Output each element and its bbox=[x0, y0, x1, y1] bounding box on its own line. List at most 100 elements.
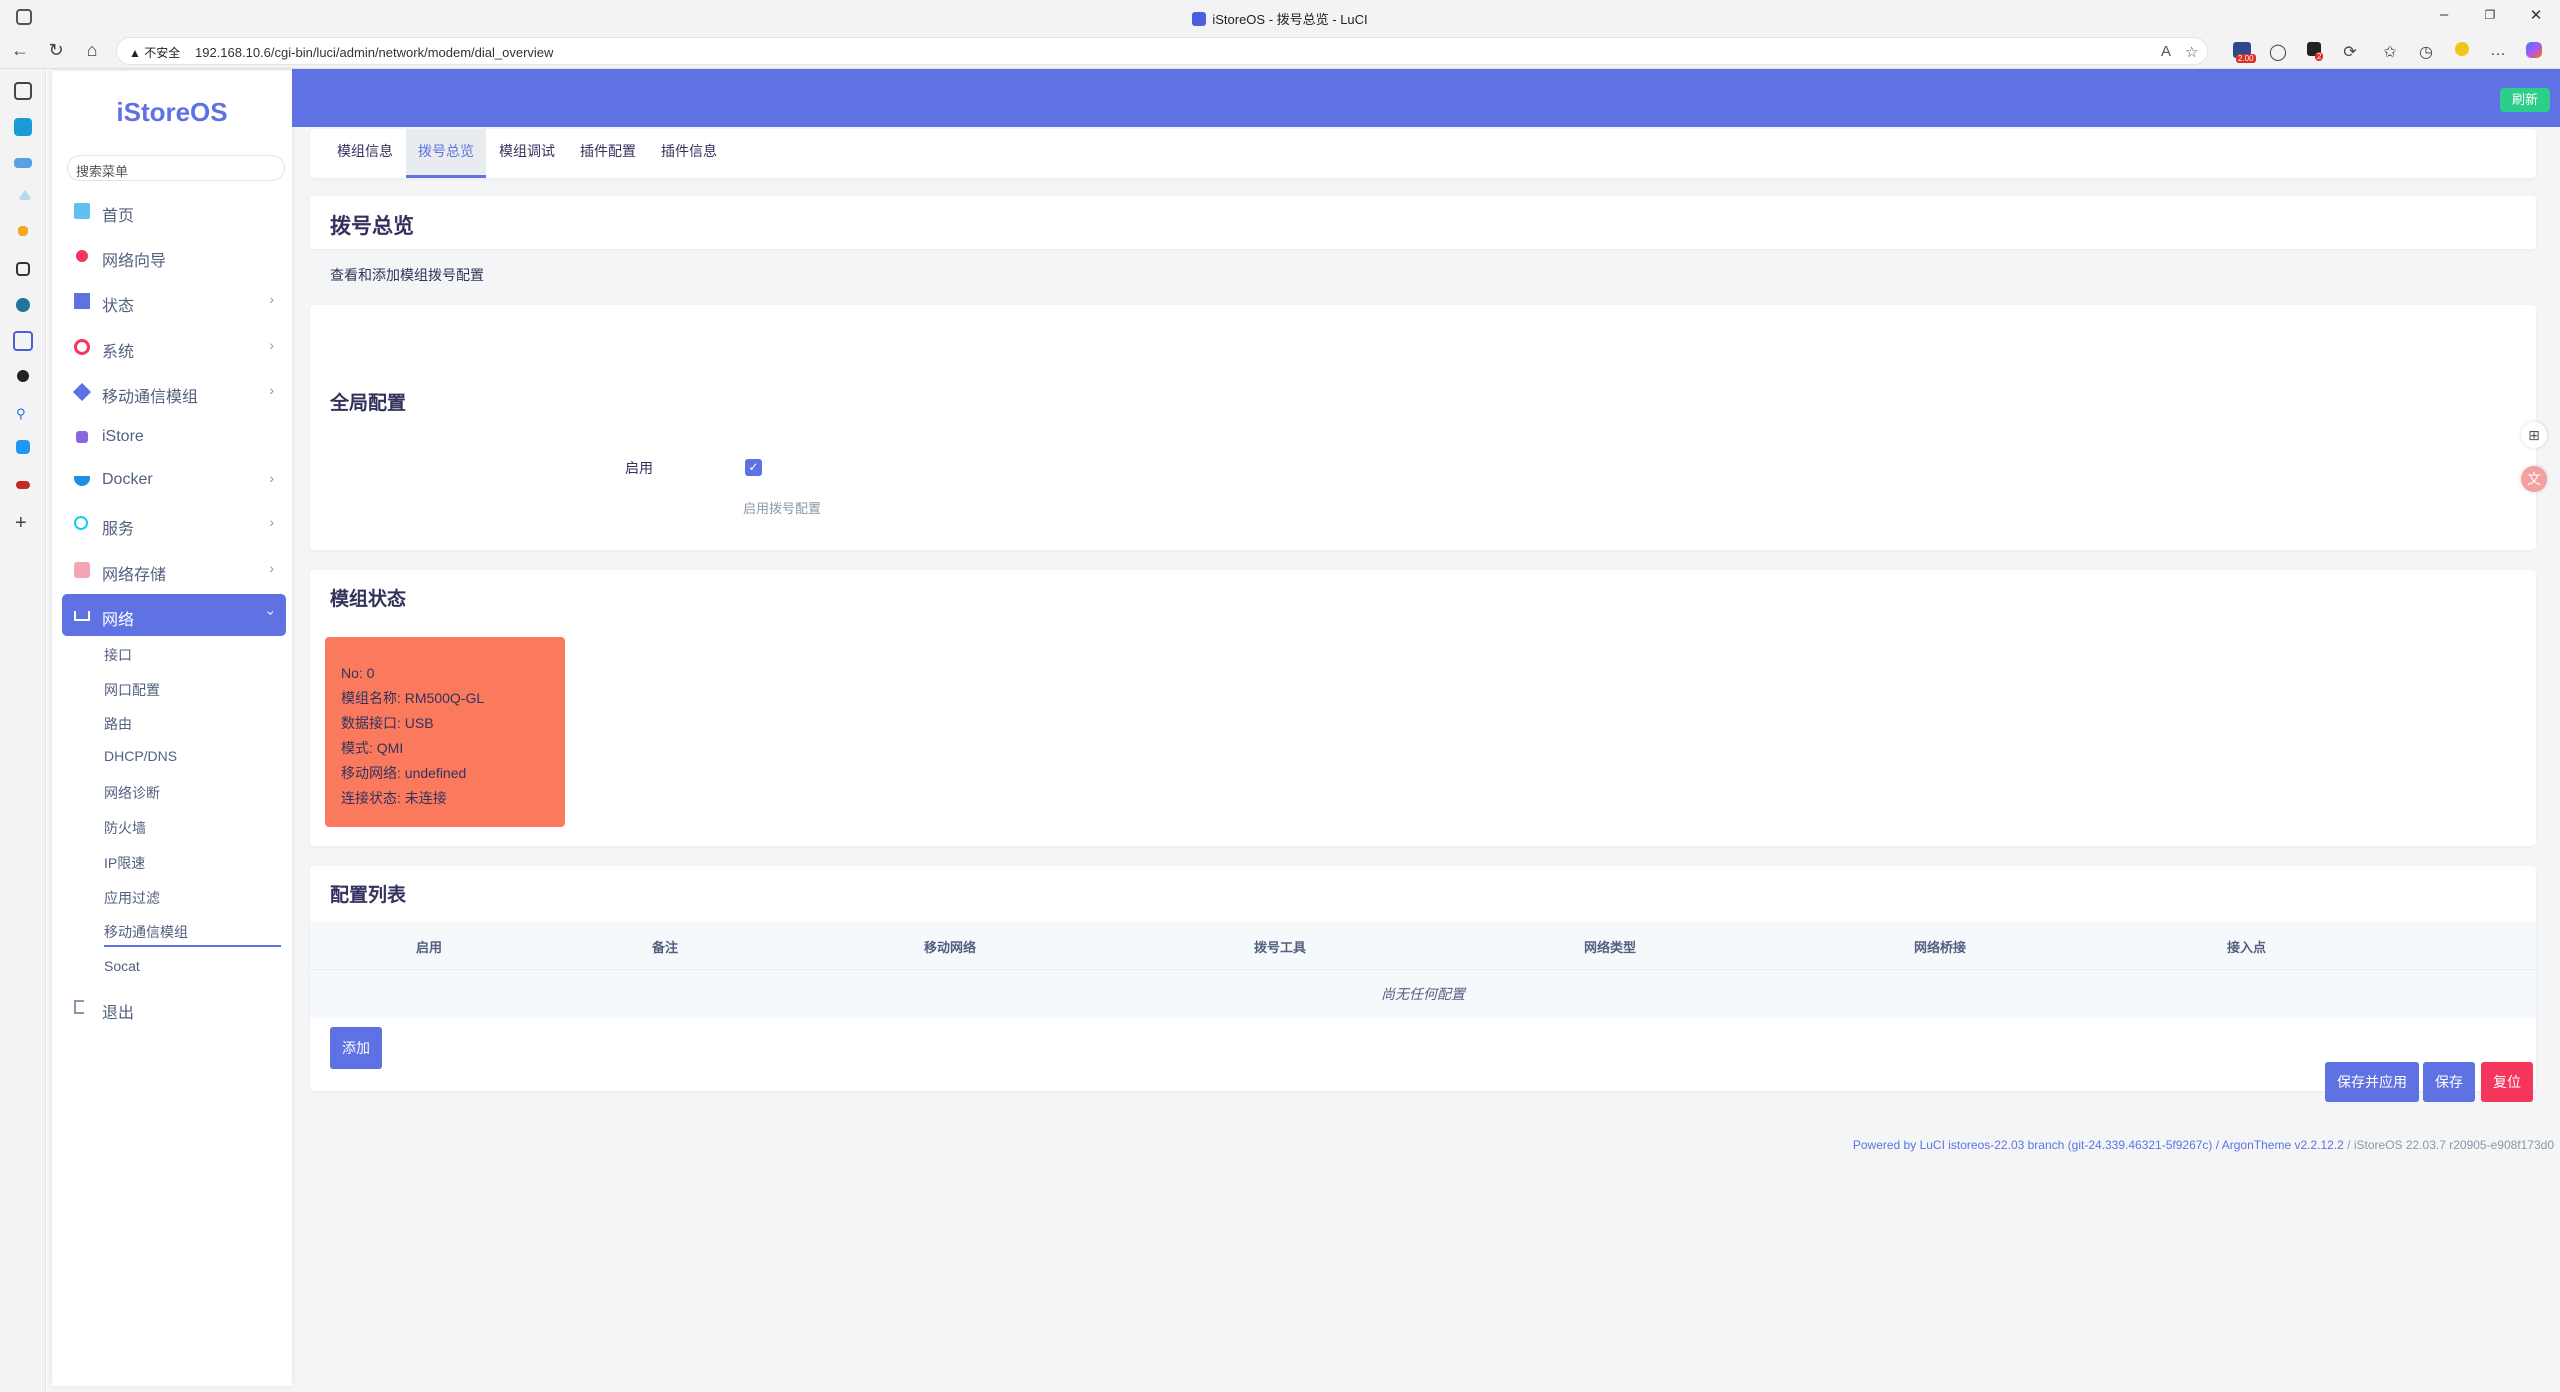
url-text[interactable]: 192.168.10.6/cgi-bin/luci/admin/network/… bbox=[195, 45, 553, 60]
sidebar-search-icon[interactable]: ⚲ bbox=[16, 406, 34, 424]
column-header: 启用 bbox=[416, 940, 443, 955]
sidebar-item-services[interactable]: 服务 › bbox=[62, 503, 286, 545]
browser-vertical-sidebar: ⚲ + bbox=[0, 69, 46, 1392]
tab-modem-debug[interactable]: 模组调试 bbox=[487, 129, 567, 178]
sidebar-item-wizard[interactable]: 网络向导 bbox=[62, 235, 286, 277]
copilot-icon[interactable] bbox=[2524, 42, 2544, 62]
maximize-icon[interactable]: ❐ bbox=[2470, 8, 2510, 22]
extension-yellow-icon[interactable] bbox=[2452, 42, 2472, 62]
sidebar-item-label: 网络 bbox=[102, 612, 135, 629]
extension-badge-icon[interactable]: 2.00 bbox=[2232, 42, 2256, 63]
sidebar-item-status[interactable]: 状态 › bbox=[62, 280, 286, 322]
sidebar-item-modem[interactable]: 移动通信模组 › bbox=[62, 371, 286, 413]
add-sidebar-app-icon[interactable]: + bbox=[15, 512, 33, 534]
sidebar-item-label: 退出 bbox=[102, 1005, 135, 1022]
subitem-app-filter[interactable]: 应用过滤 bbox=[104, 888, 160, 908]
empty-table-message: 尚无任何配置 bbox=[310, 970, 2536, 1018]
luci-page: iStoreOS 搜索菜单 首页 网络向导 状态 › 系统 › 移动通信模组 ›… bbox=[47, 69, 2560, 1392]
enable-checkbox[interactable]: ✓ bbox=[745, 459, 762, 476]
sidebar-app-5-icon[interactable] bbox=[16, 262, 30, 276]
extension-refresh-icon[interactable]: ⟳ bbox=[2340, 42, 2360, 62]
sidebar-item-storage[interactable]: 网络存储 › bbox=[62, 549, 286, 591]
subitem-firewall[interactable]: 防火墙 bbox=[104, 818, 146, 838]
sidebar-item-label: 移动通信模组 bbox=[102, 389, 199, 406]
float-translate-icon[interactable]: 文 bbox=[2521, 466, 2547, 492]
subitem-routes[interactable]: 路由 bbox=[104, 714, 132, 734]
close-window-icon[interactable]: ✕ bbox=[2516, 6, 2556, 24]
chevron-right-icon: › bbox=[269, 470, 274, 486]
sidebar-istore-icon[interactable] bbox=[13, 331, 33, 351]
sidebar-item-logout[interactable]: 退出 bbox=[62, 987, 286, 1029]
footer-powered-by[interactable]: Powered by LuCI istoreos-22.03 branch (g… bbox=[1853, 1138, 2344, 1152]
sidebar-item-istore[interactable]: iStore bbox=[62, 416, 286, 458]
tab-actions-icon[interactable] bbox=[14, 82, 32, 100]
wordpress-icon[interactable] bbox=[16, 298, 30, 312]
sidebar-item-label: iStore bbox=[102, 428, 144, 445]
favorite-star-icon[interactable]: ☆ bbox=[2185, 43, 2198, 61]
modem-status-card: 模组状态 No: 0 模组名称: RM500Q-GL 数据接口: USB 模式:… bbox=[310, 570, 2536, 846]
subitem-socat[interactable]: Socat bbox=[104, 958, 140, 974]
subitem-interfaces[interactable]: 接口 bbox=[104, 645, 132, 665]
favorites-icon[interactable]: ✩ bbox=[2380, 42, 2400, 62]
sidebar-item-label: 网络向导 bbox=[102, 253, 167, 270]
browser-titlebar: iStoreOS - 拨号总览 - LuCI – ❐ ✕ bbox=[0, 0, 2560, 33]
column-header: 拨号工具 bbox=[1254, 940, 1307, 955]
modem-status-box[interactable]: No: 0 模组名称: RM500Q-GL 数据接口: USB 模式: QMI … bbox=[325, 637, 565, 827]
subitem-diagnostics[interactable]: 网络诊断 bbox=[104, 783, 160, 803]
footer-version: / iStoreOS 22.03.7 r20905-e908f173d0 bbox=[2347, 1138, 2554, 1152]
save-button[interactable]: 保存 bbox=[2423, 1062, 2475, 1102]
save-apply-button[interactable]: 保存并应用 bbox=[2325, 1062, 2419, 1102]
overview-title-card: 拨号总览 bbox=[310, 196, 2536, 249]
reset-button[interactable]: 复位 bbox=[2481, 1062, 2533, 1102]
read-aloud-icon[interactable]: A bbox=[2161, 43, 2171, 60]
sidebar-app-1-icon[interactable] bbox=[14, 118, 32, 136]
window-title-text: iStoreOS - 拨号总览 - LuCI bbox=[1212, 12, 1368, 27]
float-apps-icon[interactable]: ⊞ bbox=[2521, 422, 2547, 448]
modem-status-line: 数据接口: USB bbox=[341, 715, 434, 731]
sidebar-item-system[interactable]: 系统 › bbox=[62, 326, 286, 368]
extension-circle-icon[interactable]: ◯ bbox=[2268, 42, 2288, 62]
sidebar-item-network[interactable]: 网络 › bbox=[62, 594, 286, 636]
subitem-modem[interactable]: 移动通信模组 bbox=[104, 922, 281, 947]
sidebar-item-home[interactable]: 首页 bbox=[62, 190, 286, 232]
tab-plugin-config[interactable]: 插件配置 bbox=[568, 129, 648, 178]
back-icon[interactable]: ← bbox=[8, 40, 32, 61]
sidebar-app-3-icon[interactable] bbox=[18, 190, 32, 200]
tab-plugin-info[interactable]: 插件信息 bbox=[649, 129, 729, 178]
sidebar-item-label: 首页 bbox=[102, 208, 135, 225]
section-title: 配置列表 bbox=[330, 885, 407, 906]
refresh-button[interactable]: 刷新 bbox=[2499, 88, 2550, 112]
subitem-dhcp-dns[interactable]: DHCP/DNS bbox=[104, 748, 177, 764]
more-menu-icon[interactable]: … bbox=[2488, 42, 2508, 62]
home-browser-icon[interactable]: ⌂ bbox=[80, 40, 104, 61]
history-icon[interactable]: ◷ bbox=[2416, 42, 2436, 62]
home-icon bbox=[74, 203, 90, 219]
extension-mail-icon[interactable]: 2 bbox=[2304, 42, 2324, 62]
storage-icon bbox=[74, 562, 90, 578]
logo[interactable]: iStoreOS bbox=[52, 97, 292, 128]
sidebar-app-8-icon[interactable] bbox=[16, 481, 30, 489]
minimize-icon[interactable]: – bbox=[2424, 6, 2464, 23]
modem-status-line: No: 0 bbox=[341, 665, 375, 681]
sidebar-item-docker[interactable]: Docker › bbox=[62, 459, 286, 501]
chevron-right-icon: › bbox=[269, 337, 274, 353]
url-field[interactable]: ▲ 不安全 192.168.10.6/cgi-bin/luci/admin/ne… bbox=[116, 37, 2208, 65]
sidebar-app-6-icon[interactable] bbox=[17, 370, 29, 382]
add-config-button[interactable]: 添加 bbox=[330, 1027, 382, 1069]
wizard-icon bbox=[76, 250, 88, 262]
sidebar-app-2-icon[interactable] bbox=[14, 158, 32, 168]
menu-search-input[interactable]: 搜索菜单 bbox=[67, 155, 285, 181]
store-icon bbox=[76, 431, 88, 443]
sidebar-item-label: 状态 bbox=[102, 298, 135, 315]
sidebar-app-4-icon[interactable] bbox=[18, 226, 28, 236]
tab-modem-info[interactable]: 模组信息 bbox=[325, 129, 405, 178]
modem-status-line: 移动网络: undefined bbox=[341, 765, 467, 781]
subitem-ip-limit[interactable]: IP限速 bbox=[104, 853, 145, 873]
tab-dial-overview[interactable]: 拨号总览 bbox=[406, 129, 486, 178]
security-warning[interactable]: ▲ 不安全 bbox=[129, 44, 180, 61]
section-title: 全局配置 bbox=[330, 393, 407, 414]
subitem-port-config[interactable]: 网口配置 bbox=[104, 680, 160, 700]
reload-icon[interactable]: ↻ bbox=[44, 40, 68, 61]
sidebar-app-7-icon[interactable] bbox=[16, 440, 30, 454]
status-icon bbox=[74, 293, 90, 309]
